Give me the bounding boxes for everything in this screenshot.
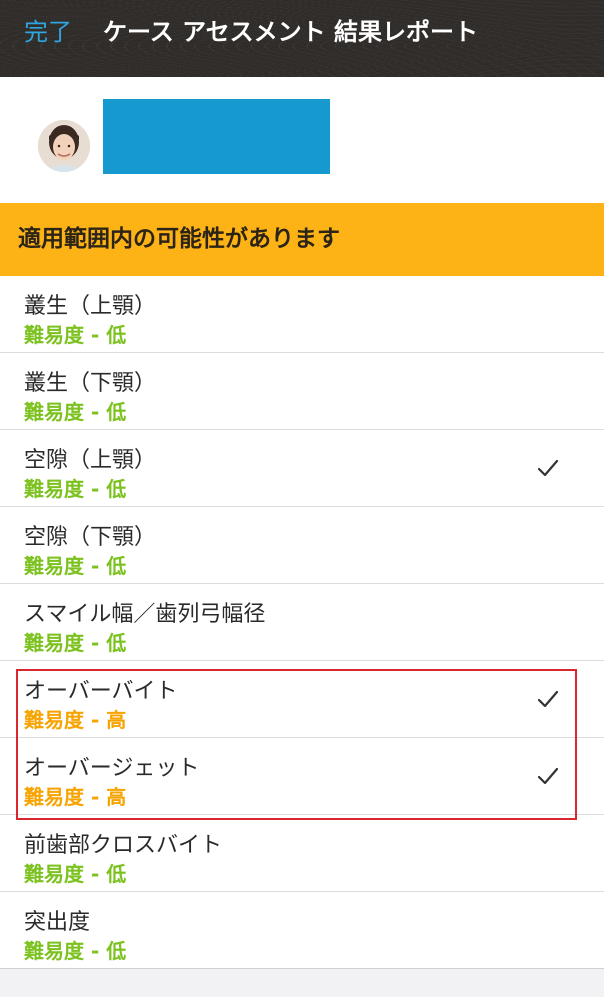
item-difficulty: 難易度 - 低 bbox=[24, 400, 127, 424]
item-title: 空隙（下顎） bbox=[24, 525, 157, 550]
list-item[interactable]: オーバージェット 難易度 - 高 bbox=[0, 738, 604, 815]
list-item[interactable]: 前歯部クロスバイト 難易度 - 低 bbox=[0, 815, 604, 892]
item-difficulty: 難易度 - 低 bbox=[24, 554, 127, 578]
patient-name-redacted bbox=[103, 99, 330, 174]
list-item[interactable]: 空隙（上顎） 難易度 - 低 bbox=[0, 430, 604, 507]
list-item[interactable]: オーバーバイト 難易度 - 高 bbox=[0, 661, 604, 738]
item-title: 突出度 bbox=[24, 910, 91, 935]
item-title: 叢生（上顎） bbox=[24, 294, 157, 319]
result-banner: 適用範囲内の可能性があります bbox=[0, 203, 604, 276]
assessment-list: 叢生（上顎） 難易度 - 低叢生（下顎） 難易度 - 低空隙（上顎） 難易度 - 低空… bbox=[0, 276, 604, 969]
item-difficulty: 難易度 - 低 bbox=[24, 939, 127, 963]
list-item[interactable]: 突出度難易度 - 低 bbox=[0, 892, 604, 969]
avatar bbox=[38, 120, 90, 172]
checkmark-icon bbox=[536, 456, 560, 480]
navigation-bar: 完了 ケース アセスメント 結果レポート bbox=[0, 0, 604, 77]
page-title: ケース アセスメント 結果レポート bbox=[103, 18, 479, 46]
item-difficulty: 難易度 - 低 bbox=[24, 631, 127, 655]
list-item[interactable]: 空隙（下顎） 難易度 - 低 bbox=[0, 507, 604, 584]
item-difficulty: 難易度 - 低 bbox=[24, 862, 127, 886]
item-difficulty: 難易度 - 低 bbox=[24, 323, 127, 347]
item-difficulty: 難易度 - 高 bbox=[24, 708, 127, 732]
item-title: オーバーバイト bbox=[24, 679, 178, 704]
done-button[interactable]: 完了 bbox=[24, 16, 72, 48]
list-item[interactable]: 叢生（上顎） 難易度 - 低 bbox=[0, 276, 604, 353]
item-difficulty: 難易度 - 高 bbox=[24, 785, 127, 809]
item-difficulty: 難易度 - 低 bbox=[24, 477, 127, 501]
item-title: オーバージェット bbox=[24, 756, 200, 781]
list-item[interactable]: 叢生（下顎） 難易度 - 低 bbox=[0, 353, 604, 430]
banner-text: 適用範囲内の可能性があります bbox=[18, 226, 340, 252]
checkmark-icon bbox=[536, 687, 560, 711]
list-item[interactable]: スマイル幅／歯列弓幅径 難易度 - 低 bbox=[0, 584, 604, 661]
checkmark-icon bbox=[536, 764, 560, 788]
item-title: 空隙（上顎） bbox=[24, 448, 157, 473]
item-title: 前歯部クロスバイト bbox=[24, 833, 223, 858]
item-title: 叢生（下顎） bbox=[24, 371, 157, 396]
item-title: スマイル幅／歯列弓幅径 bbox=[24, 602, 266, 627]
